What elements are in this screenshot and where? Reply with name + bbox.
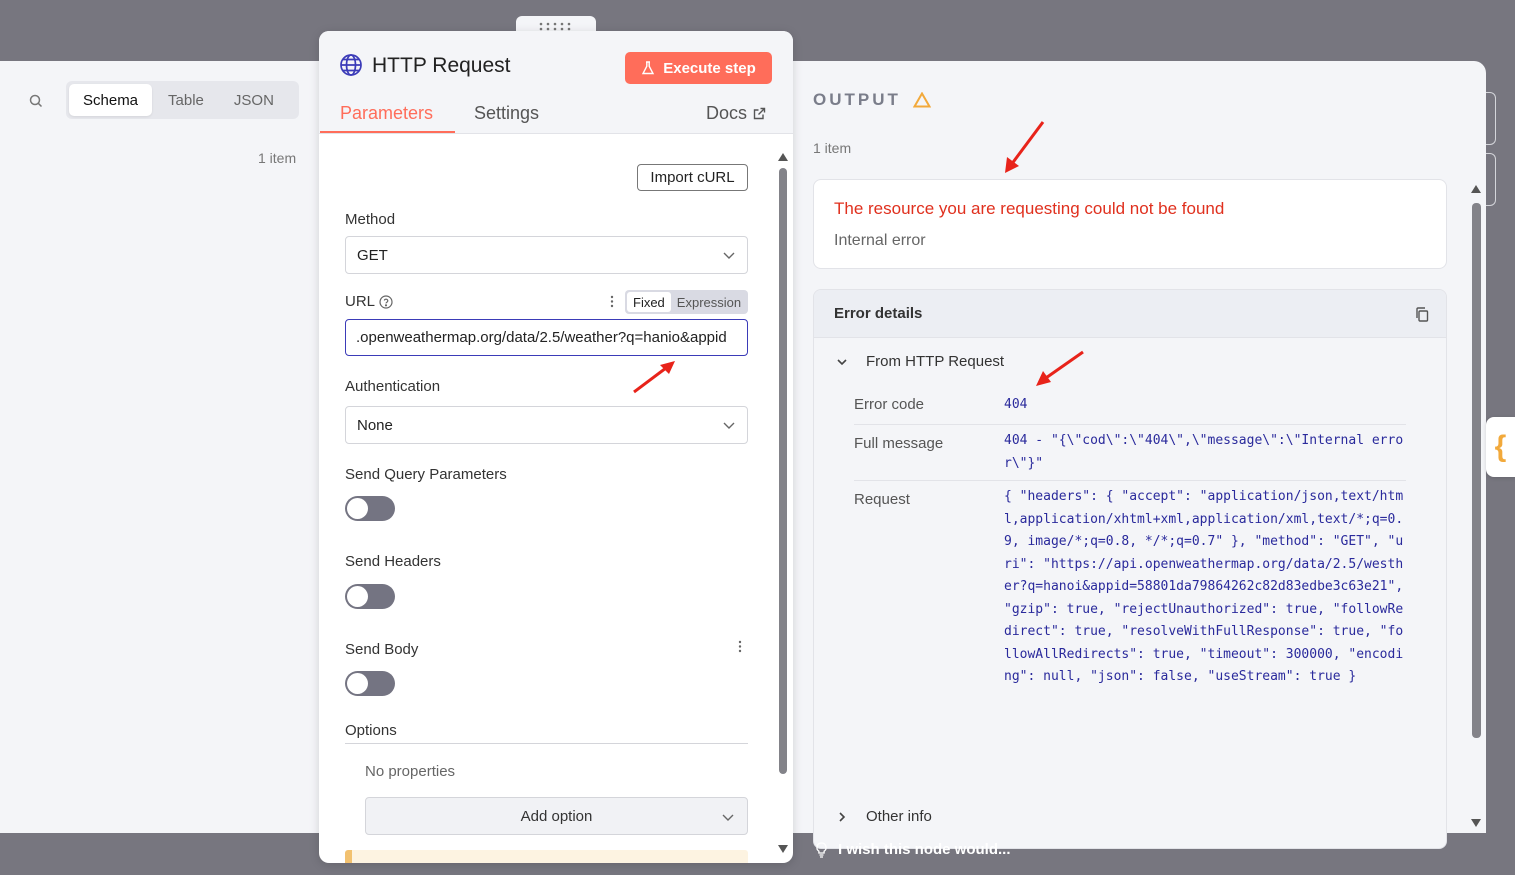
method-select[interactable]: GET: [345, 236, 748, 274]
send-headers-label: Send Headers: [345, 553, 441, 570]
execute-step-label: Execute step: [663, 59, 756, 77]
send-body-label: Send Body: [345, 641, 419, 658]
error-subtitle: Internal error: [834, 232, 926, 249]
active-tab-indicator: [320, 131, 455, 133]
notice-box: [345, 850, 748, 863]
send-query-toggle[interactable]: [345, 496, 395, 521]
flask-icon: [642, 61, 655, 75]
authentication-select[interactable]: None: [345, 406, 748, 444]
import-curl-button[interactable]: Import cURL: [637, 164, 748, 191]
help-icon[interactable]: [379, 295, 393, 309]
feedback-bar[interactable]: I wish this node would...: [815, 841, 1011, 858]
expression-braces-icon[interactable]: {: [1486, 417, 1515, 477]
full-message-label: Full message: [854, 435, 944, 452]
scroll-down-arrow-icon[interactable]: [778, 845, 788, 853]
output-item-count: 1 item: [813, 140, 852, 156]
url-mode-toggle: Fixed Expression: [625, 290, 748, 314]
request-value: { "headers": { "accept": "application/js…: [1004, 489, 1404, 684]
error-card: The resource you are requesting could no…: [813, 179, 1447, 269]
options-label: Options: [345, 722, 397, 739]
send-headers-toggle[interactable]: [345, 584, 395, 609]
execute-step-button[interactable]: Execute step: [625, 52, 772, 84]
error-details-title: Error details: [834, 305, 923, 322]
send-body-more-options-icon[interactable]: [738, 640, 742, 653]
node-panel-scrollbar[interactable]: [778, 153, 788, 853]
chevron-right-icon: [839, 811, 846, 822]
input-item-count: 1 item: [258, 150, 297, 166]
view-tab-schema[interactable]: Schema: [69, 84, 153, 116]
lightbulb-icon: [816, 841, 827, 858]
node-settings-panel: HTTP Request Execute step Parameters Set…: [319, 31, 793, 863]
annotation-arrow-icon: [1036, 350, 1084, 386]
wish-text: I wish this node would...: [838, 841, 1011, 858]
chevron-down-icon: [722, 814, 734, 821]
authentication-label: Authentication: [345, 378, 441, 395]
from-http-request-label: From HTTP Request: [866, 353, 1005, 370]
error-title: The resource you are requesting could no…: [834, 199, 1225, 218]
annotation-arrow-icon: [633, 361, 675, 394]
url-input[interactable]: .openweathermap.org/data/2.5/weather?q=h…: [345, 319, 748, 356]
error-code-value: 404: [1004, 397, 1028, 412]
no-properties-text: No properties: [365, 763, 456, 780]
output-title-text: OUTPUT: [813, 90, 901, 109]
options-divider: [345, 743, 748, 744]
url-mode-expression[interactable]: Expression: [671, 292, 747, 312]
side-panel-button[interactable]: [1486, 153, 1496, 206]
send-body-toggle[interactable]: [345, 671, 395, 696]
node-title: HTTP Request: [372, 54, 511, 77]
tab-settings[interactable]: Settings: [474, 103, 539, 124]
tab-parameters[interactable]: Parameters: [340, 103, 433, 124]
external-link-icon: [753, 107, 766, 120]
method-value: GET: [357, 246, 388, 264]
error-details-card: Error details From HTTP Request Error co…: [813, 289, 1447, 849]
from-http-request-toggle[interactable]: From HTTP Request: [836, 353, 1004, 370]
warning-icon: [912, 92, 931, 108]
add-option-select[interactable]: Add option: [365, 797, 748, 835]
url-mode-fixed[interactable]: Fixed: [627, 292, 671, 312]
other-info-label: Other info: [866, 808, 932, 825]
node-panel-scroll-thumb[interactable]: [779, 168, 787, 774]
drag-dots-icon: [539, 22, 571, 31]
scroll-down-arrow-icon[interactable]: [1471, 819, 1481, 827]
details-divider: [854, 424, 1406, 425]
send-query-label: Send Query Parameters: [345, 466, 507, 483]
authentication-value: None: [357, 416, 393, 434]
details-divider: [854, 480, 1406, 481]
chevron-down-icon: [723, 422, 735, 429]
view-tab-table[interactable]: Table: [154, 84, 218, 116]
scroll-up-arrow-icon[interactable]: [1471, 185, 1481, 193]
node-header: HTTP Request Execute step Parameters Set…: [319, 31, 793, 134]
side-panel-button[interactable]: [1486, 92, 1496, 145]
other-info-toggle[interactable]: Other info: [836, 808, 932, 825]
chevron-down-icon: [837, 358, 847, 365]
copy-icon[interactable]: [1415, 307, 1429, 322]
add-option-label: Add option: [520, 807, 593, 825]
request-label: Request: [854, 491, 910, 508]
docs-link[interactable]: Docs: [706, 103, 766, 124]
scroll-up-arrow-icon[interactable]: [778, 153, 788, 161]
chevron-down-icon: [723, 252, 735, 259]
annotation-arrow-icon: [1005, 121, 1045, 173]
url-more-options-icon[interactable]: [610, 295, 614, 308]
error-code-label: Error code: [854, 396, 925, 413]
full-message-value: 404 - "{\"cod\":\"404\",\"message\":\"In…: [1004, 433, 1404, 471]
output-title: OUTPUT: [813, 90, 931, 110]
output-scroll-thumb[interactable]: [1472, 203, 1481, 738]
globe-icon: [340, 54, 362, 76]
docs-label: Docs: [706, 103, 748, 123]
view-tab-json[interactable]: JSON: [220, 84, 288, 116]
error-details-header: Error details: [814, 290, 1446, 338]
method-label: Method: [345, 211, 396, 228]
input-view-switcher: Schema Table JSON: [66, 81, 299, 119]
url-label: URL: [345, 293, 376, 310]
search-icon[interactable]: [28, 93, 44, 109]
